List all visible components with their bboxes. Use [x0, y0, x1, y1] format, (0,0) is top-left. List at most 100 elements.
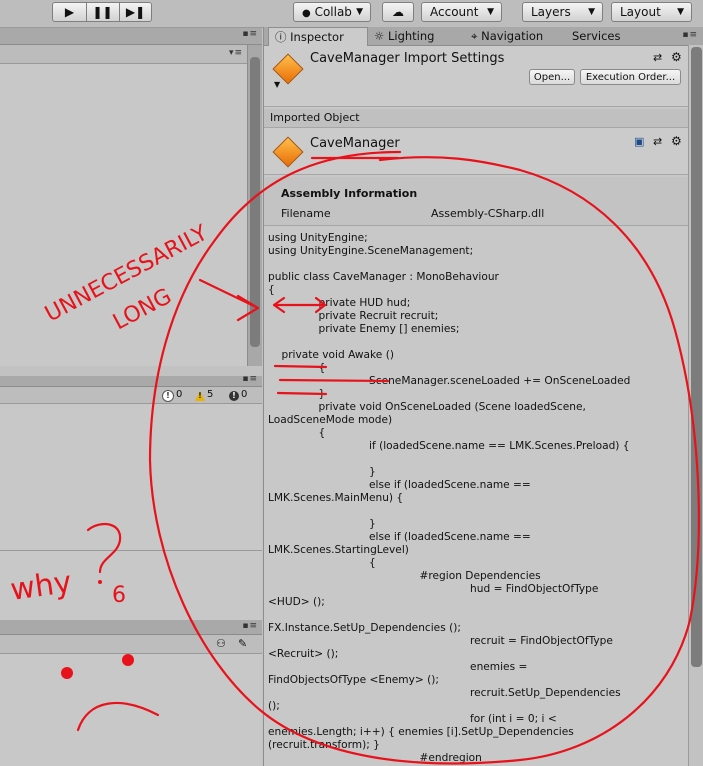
code-line: } — [268, 518, 376, 530]
pause-icon: ❚❚ — [92, 5, 113, 19]
chevron-down-icon: ▼ — [677, 7, 684, 17]
open-button[interactable]: Open... — [529, 69, 575, 85]
collab-check-icon: ● — [302, 8, 311, 19]
import-settings-header: ▼ CaveManager Import Settings ⇄ ⚙ Open..… — [264, 46, 688, 107]
tab-inspector-label: Inspector — [290, 30, 344, 44]
code-line: #endregion — [268, 752, 482, 764]
console-toolbar: ! 0 ! 5 ! 0 — [0, 387, 262, 404]
warning-icon: ! — [195, 391, 205, 401]
hierarchy-panel: ▪≡ ▾≡ — [0, 28, 262, 366]
error-count: 0 — [241, 389, 248, 400]
console-divider — [0, 550, 262, 551]
gear-icon[interactable]: ⚙ — [671, 134, 682, 148]
code-line: if (loadedScene.name == LMK.Scenes.Prelo… — [268, 440, 630, 452]
info-icon: ! — [162, 390, 174, 402]
imported-object-section: Imported Object — [264, 109, 688, 128]
console-tabstrip: ▪≡ — [0, 374, 262, 387]
account-dropdown[interactable]: Account ▼ — [421, 2, 502, 22]
tab-services[interactable]: Services — [572, 27, 632, 45]
code-line: <Recruit> (); — [268, 648, 339, 660]
inspector-menu-icon[interactable]: ▪≡ — [682, 30, 698, 40]
code-line: <HUD> (); — [268, 596, 325, 608]
tab-lighting[interactable]: ☼ Lighting — [374, 27, 454, 45]
code-line: FX.Instance.SetUp_Dependencies (); — [268, 622, 461, 634]
tab-inspector[interactable]: ⓘ Inspector — [268, 27, 368, 46]
main-toolbar: ▶ ❚❚ ▶❚ ● Collab ▼ ☁ Account ▼ Layers ▼ … — [0, 0, 703, 28]
project-panel: ▪≡ ⚇ ✎ — [0, 620, 262, 766]
code-line: public class CaveManager : MonoBehaviour — [268, 271, 499, 283]
error-icon: ! — [229, 391, 239, 401]
assembly-info-heading: Assembly Information — [281, 187, 418, 200]
assembly-information: Assembly Information Filename Assembly-C… — [264, 177, 688, 226]
warning-counter[interactable]: ! 5 — [193, 388, 213, 402]
code-line: { — [268, 362, 326, 374]
play-button[interactable]: ▶ — [53, 3, 87, 21]
hierarchy-searchbar[interactable]: ▾≡ — [0, 45, 247, 64]
layers-dropdown[interactable]: Layers ▼ — [522, 2, 603, 22]
gear-icon[interactable]: ⚙ — [671, 50, 682, 64]
preset-icon[interactable]: ⇄ — [653, 51, 662, 64]
layout-dropdown[interactable]: Layout ▼ — [611, 2, 692, 22]
code-line: private Enemy [] enemies; — [268, 323, 460, 335]
code-line: SceneManager.sceneLoaded += OnSceneLoade… — [268, 375, 631, 387]
error-counter[interactable]: ! 0 — [227, 388, 247, 402]
code-line: recruit.SetUp_Dependencies — [268, 687, 621, 699]
search-menu-icon[interactable]: ▾≡ — [229, 48, 243, 58]
cloud-icon: ☁ — [392, 5, 404, 19]
code-line: private void OnSceneLoaded (Scene loaded… — [268, 401, 586, 413]
pause-button[interactable]: ❚❚ — [86, 3, 120, 21]
panel-menu-icon[interactable]: ▪≡ — [242, 29, 258, 39]
code-line: } — [268, 388, 326, 400]
filename-value: Assembly-CSharp.dll — [431, 207, 545, 220]
code-line: else if (loadedScene.name == — [268, 479, 531, 491]
collab-dropdown[interactable]: ● Collab ▼ — [293, 2, 371, 22]
info-icon: ⓘ — [275, 30, 287, 44]
log-counter[interactable]: ! 0 — [160, 388, 182, 402]
code-line: #region Dependencies — [268, 570, 541, 582]
warning-count: 5 — [207, 389, 214, 400]
console-panel: ▪≡ ! 0 ! 5 ! 0 — [0, 374, 262, 627]
panel-menu-icon[interactable]: ▪≡ — [242, 621, 258, 631]
lighting-icon: ☼ — [374, 29, 385, 43]
code-line: private void Awake () — [268, 349, 394, 361]
account-label: Account — [430, 5, 479, 19]
code-line: private Recruit recruit; — [268, 310, 439, 322]
tag-icon[interactable]: ✎ — [238, 637, 247, 650]
step-button[interactable]: ▶❚ — [119, 3, 152, 21]
project-toolbar: ⚇ ✎ — [0, 635, 262, 654]
hierarchy-scrollbar[interactable] — [247, 45, 262, 366]
scrollbar-thumb[interactable] — [691, 47, 702, 667]
collab-label: Collab — [314, 5, 352, 19]
chevron-down-icon: ▼ — [487, 7, 494, 17]
code-line: hud = FindObjectOfType — [268, 583, 599, 595]
foldout-arrow-icon[interactable]: ▼ — [274, 80, 280, 89]
tab-navigation[interactable]: ⌖ Navigation — [471, 27, 561, 45]
execution-order-button[interactable]: Execution Order... — [580, 69, 681, 85]
layout-label: Layout — [620, 5, 661, 19]
help-book-icon[interactable]: ▣ — [634, 135, 644, 148]
navigation-icon: ⌖ — [471, 29, 478, 43]
hierarchy-tabstrip: ▪≡ — [0, 28, 262, 45]
code-line: for (int i = 0; i < — [268, 713, 557, 725]
inspector-scrollbar[interactable] — [688, 45, 703, 766]
object-header: CaveManager ▣ ⇄ ⚙ — [264, 128, 688, 175]
scrollbar-thumb[interactable] — [250, 57, 260, 347]
chevron-down-icon: ▼ — [588, 7, 595, 17]
log-count: 0 — [176, 389, 183, 400]
playback-controls: ▶ ❚❚ ▶❚ — [52, 2, 152, 22]
cloud-button[interactable]: ☁ — [382, 2, 414, 22]
preset-icon[interactable]: ⇄ — [653, 135, 662, 148]
panel-menu-icon[interactable]: ▪≡ — [242, 374, 258, 384]
code-line: (); — [268, 700, 280, 712]
code-line: { — [268, 427, 326, 439]
people-icon[interactable]: ⚇ — [216, 637, 226, 650]
import-settings-title: CaveManager Import Settings — [310, 51, 505, 66]
filename-label: Filename — [281, 207, 331, 220]
play-icon: ▶ — [64, 5, 75, 19]
code-line: recruit = FindObjectOfType — [268, 635, 613, 647]
code-line: enemies = — [268, 661, 528, 673]
object-name: CaveManager — [310, 136, 400, 151]
